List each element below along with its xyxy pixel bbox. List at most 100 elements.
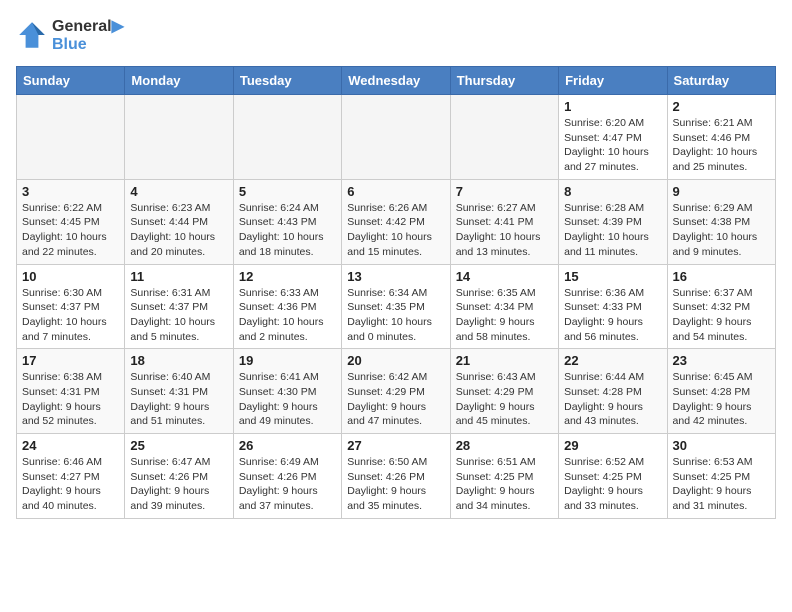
day-info: Sunrise: 6:29 AM Sunset: 4:38 PM Dayligh…: [673, 201, 770, 260]
day-cell-6: 6 Sunrise: 6:26 AM Sunset: 4:42 PM Dayli…: [342, 179, 450, 264]
day-cell-25: 25 Sunrise: 6:47 AM Sunset: 4:26 PM Dayl…: [125, 434, 233, 519]
day-number: 21: [456, 353, 553, 368]
day-info: Sunrise: 6:37 AM Sunset: 4:32 PM Dayligh…: [673, 286, 770, 345]
empty-cell: [342, 95, 450, 180]
day-cell-29: 29 Sunrise: 6:52 AM Sunset: 4:25 PM Dayl…: [559, 434, 667, 519]
day-cell-9: 9 Sunrise: 6:29 AM Sunset: 4:38 PM Dayli…: [667, 179, 775, 264]
day-number: 18: [130, 353, 227, 368]
day-number: 9: [673, 184, 770, 199]
calendar-body: 1 Sunrise: 6:20 AM Sunset: 4:47 PM Dayli…: [17, 95, 776, 519]
day-number: 16: [673, 269, 770, 284]
day-info: Sunrise: 6:31 AM Sunset: 4:37 PM Dayligh…: [130, 286, 227, 345]
weekday-header-saturday: Saturday: [667, 67, 775, 95]
day-number: 28: [456, 438, 553, 453]
day-number: 22: [564, 353, 661, 368]
day-info: Sunrise: 6:53 AM Sunset: 4:25 PM Dayligh…: [673, 455, 770, 514]
day-cell-22: 22 Sunrise: 6:44 AM Sunset: 4:28 PM Dayl…: [559, 349, 667, 434]
day-cell-7: 7 Sunrise: 6:27 AM Sunset: 4:41 PM Dayli…: [450, 179, 558, 264]
day-cell-18: 18 Sunrise: 6:40 AM Sunset: 4:31 PM Dayl…: [125, 349, 233, 434]
day-cell-17: 17 Sunrise: 6:38 AM Sunset: 4:31 PM Dayl…: [17, 349, 125, 434]
day-info: Sunrise: 6:41 AM Sunset: 4:30 PM Dayligh…: [239, 370, 336, 429]
day-number: 4: [130, 184, 227, 199]
day-number: 19: [239, 353, 336, 368]
weekday-header-wednesday: Wednesday: [342, 67, 450, 95]
day-cell-5: 5 Sunrise: 6:24 AM Sunset: 4:43 PM Dayli…: [233, 179, 341, 264]
day-info: Sunrise: 6:21 AM Sunset: 4:46 PM Dayligh…: [673, 116, 770, 175]
day-cell-23: 23 Sunrise: 6:45 AM Sunset: 4:28 PM Dayl…: [667, 349, 775, 434]
day-number: 6: [347, 184, 444, 199]
day-info: Sunrise: 6:30 AM Sunset: 4:37 PM Dayligh…: [22, 286, 119, 345]
day-info: Sunrise: 6:38 AM Sunset: 4:31 PM Dayligh…: [22, 370, 119, 429]
day-number: 12: [239, 269, 336, 284]
day-info: Sunrise: 6:49 AM Sunset: 4:26 PM Dayligh…: [239, 455, 336, 514]
day-cell-30: 30 Sunrise: 6:53 AM Sunset: 4:25 PM Dayl…: [667, 434, 775, 519]
day-info: Sunrise: 6:52 AM Sunset: 4:25 PM Dayligh…: [564, 455, 661, 514]
empty-cell: [125, 95, 233, 180]
weekday-header-friday: Friday: [559, 67, 667, 95]
day-number: 1: [564, 99, 661, 114]
logo-text: General▶ Blue: [52, 16, 124, 54]
day-cell-26: 26 Sunrise: 6:49 AM Sunset: 4:26 PM Dayl…: [233, 434, 341, 519]
week-row-1: 1 Sunrise: 6:20 AM Sunset: 4:47 PM Dayli…: [17, 95, 776, 180]
week-row-4: 17 Sunrise: 6:38 AM Sunset: 4:31 PM Dayl…: [17, 349, 776, 434]
day-cell-24: 24 Sunrise: 6:46 AM Sunset: 4:27 PM Dayl…: [17, 434, 125, 519]
day-cell-8: 8 Sunrise: 6:28 AM Sunset: 4:39 PM Dayli…: [559, 179, 667, 264]
logo-icon: [16, 19, 48, 51]
day-info: Sunrise: 6:50 AM Sunset: 4:26 PM Dayligh…: [347, 455, 444, 514]
day-number: 30: [673, 438, 770, 453]
day-cell-20: 20 Sunrise: 6:42 AM Sunset: 4:29 PM Dayl…: [342, 349, 450, 434]
week-row-3: 10 Sunrise: 6:30 AM Sunset: 4:37 PM Dayl…: [17, 264, 776, 349]
day-cell-15: 15 Sunrise: 6:36 AM Sunset: 4:33 PM Dayl…: [559, 264, 667, 349]
week-row-2: 3 Sunrise: 6:22 AM Sunset: 4:45 PM Dayli…: [17, 179, 776, 264]
day-info: Sunrise: 6:22 AM Sunset: 4:45 PM Dayligh…: [22, 201, 119, 260]
day-cell-11: 11 Sunrise: 6:31 AM Sunset: 4:37 PM Dayl…: [125, 264, 233, 349]
day-number: 20: [347, 353, 444, 368]
empty-cell: [450, 95, 558, 180]
day-number: 8: [564, 184, 661, 199]
day-number: 7: [456, 184, 553, 199]
day-number: 17: [22, 353, 119, 368]
day-number: 13: [347, 269, 444, 284]
day-info: Sunrise: 6:33 AM Sunset: 4:36 PM Dayligh…: [239, 286, 336, 345]
day-info: Sunrise: 6:35 AM Sunset: 4:34 PM Dayligh…: [456, 286, 553, 345]
day-number: 2: [673, 99, 770, 114]
empty-cell: [17, 95, 125, 180]
day-number: 24: [22, 438, 119, 453]
day-info: Sunrise: 6:34 AM Sunset: 4:35 PM Dayligh…: [347, 286, 444, 345]
day-cell-1: 1 Sunrise: 6:20 AM Sunset: 4:47 PM Dayli…: [559, 95, 667, 180]
day-number: 14: [456, 269, 553, 284]
page-header: General▶ Blue: [16, 16, 776, 54]
day-cell-19: 19 Sunrise: 6:41 AM Sunset: 4:30 PM Dayl…: [233, 349, 341, 434]
day-info: Sunrise: 6:20 AM Sunset: 4:47 PM Dayligh…: [564, 116, 661, 175]
day-cell-4: 4 Sunrise: 6:23 AM Sunset: 4:44 PM Dayli…: [125, 179, 233, 264]
weekday-header-monday: Monday: [125, 67, 233, 95]
day-cell-12: 12 Sunrise: 6:33 AM Sunset: 4:36 PM Dayl…: [233, 264, 341, 349]
day-info: Sunrise: 6:42 AM Sunset: 4:29 PM Dayligh…: [347, 370, 444, 429]
day-cell-21: 21 Sunrise: 6:43 AM Sunset: 4:29 PM Dayl…: [450, 349, 558, 434]
day-info: Sunrise: 6:40 AM Sunset: 4:31 PM Dayligh…: [130, 370, 227, 429]
day-cell-14: 14 Sunrise: 6:35 AM Sunset: 4:34 PM Dayl…: [450, 264, 558, 349]
day-number: 26: [239, 438, 336, 453]
day-info: Sunrise: 6:51 AM Sunset: 4:25 PM Dayligh…: [456, 455, 553, 514]
day-cell-16: 16 Sunrise: 6:37 AM Sunset: 4:32 PM Dayl…: [667, 264, 775, 349]
day-number: 5: [239, 184, 336, 199]
day-info: Sunrise: 6:27 AM Sunset: 4:41 PM Dayligh…: [456, 201, 553, 260]
day-info: Sunrise: 6:44 AM Sunset: 4:28 PM Dayligh…: [564, 370, 661, 429]
day-number: 3: [22, 184, 119, 199]
weekday-header-row: SundayMondayTuesdayWednesdayThursdayFrid…: [17, 67, 776, 95]
day-cell-27: 27 Sunrise: 6:50 AM Sunset: 4:26 PM Dayl…: [342, 434, 450, 519]
day-info: Sunrise: 6:47 AM Sunset: 4:26 PM Dayligh…: [130, 455, 227, 514]
week-row-5: 24 Sunrise: 6:46 AM Sunset: 4:27 PM Dayl…: [17, 434, 776, 519]
day-info: Sunrise: 6:28 AM Sunset: 4:39 PM Dayligh…: [564, 201, 661, 260]
day-cell-10: 10 Sunrise: 6:30 AM Sunset: 4:37 PM Dayl…: [17, 264, 125, 349]
day-info: Sunrise: 6:23 AM Sunset: 4:44 PM Dayligh…: [130, 201, 227, 260]
day-cell-13: 13 Sunrise: 6:34 AM Sunset: 4:35 PM Dayl…: [342, 264, 450, 349]
day-cell-28: 28 Sunrise: 6:51 AM Sunset: 4:25 PM Dayl…: [450, 434, 558, 519]
day-number: 27: [347, 438, 444, 453]
logo: General▶ Blue: [16, 16, 124, 54]
weekday-header-sunday: Sunday: [17, 67, 125, 95]
day-info: Sunrise: 6:45 AM Sunset: 4:28 PM Dayligh…: [673, 370, 770, 429]
day-number: 10: [22, 269, 119, 284]
weekday-header-thursday: Thursday: [450, 67, 558, 95]
day-info: Sunrise: 6:24 AM Sunset: 4:43 PM Dayligh…: [239, 201, 336, 260]
